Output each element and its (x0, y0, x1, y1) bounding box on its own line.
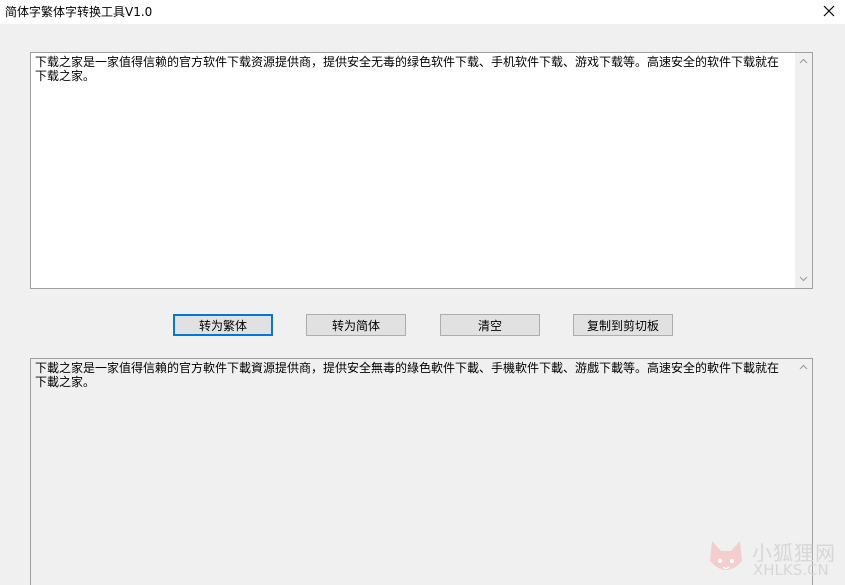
app-window: 简体字繁体字转换工具V1.0 下载之家是一家值得信赖的官方软件下载资源提供商，提… (0, 0, 845, 585)
input-text: 下载之家是一家值得信赖的官方软件下载资源提供商，提供安全无毒的绿色软件下载、手机… (35, 55, 780, 83)
title-bar: 简体字繁体字转换工具V1.0 (0, 0, 845, 24)
input-scrollbar[interactable] (795, 53, 812, 288)
input-textarea[interactable]: 下载之家是一家值得信赖的官方软件下载资源提供商，提供安全无毒的绿色软件下载、手机… (30, 52, 813, 289)
chevron-down-icon (799, 276, 808, 282)
scroll-up-button[interactable] (795, 359, 812, 376)
fox-logo-icon (710, 541, 742, 570)
close-icon (823, 5, 835, 17)
to-traditional-button[interactable]: 转为繁体 (173, 314, 273, 336)
chevron-up-icon (799, 58, 808, 64)
output-textarea[interactable]: 下載之家是一家值得信賴的官方軟件下載資源提供商，提供安全無毒的綠色軟件下載、手機… (30, 358, 813, 585)
watermark: 小狐狸网 XHLKS.CN (700, 533, 840, 583)
copy-to-clipboard-button[interactable]: 复制到剪切板 (573, 314, 673, 336)
output-text: 下載之家是一家值得信賴的官方軟件下載資源提供商，提供安全無毒的綠色軟件下載、手機… (35, 361, 780, 389)
chevron-up-icon (799, 364, 808, 370)
scroll-down-button[interactable] (795, 271, 812, 288)
scroll-up-button[interactable] (795, 53, 812, 70)
window-title: 简体字繁体字转换工具V1.0 (5, 5, 153, 19)
watermark-domain: XHLKS.CN (753, 561, 829, 579)
to-simplified-button[interactable]: 转为简体 (306, 314, 406, 336)
clear-button[interactable]: 清空 (440, 314, 540, 336)
close-button[interactable] (813, 0, 845, 22)
